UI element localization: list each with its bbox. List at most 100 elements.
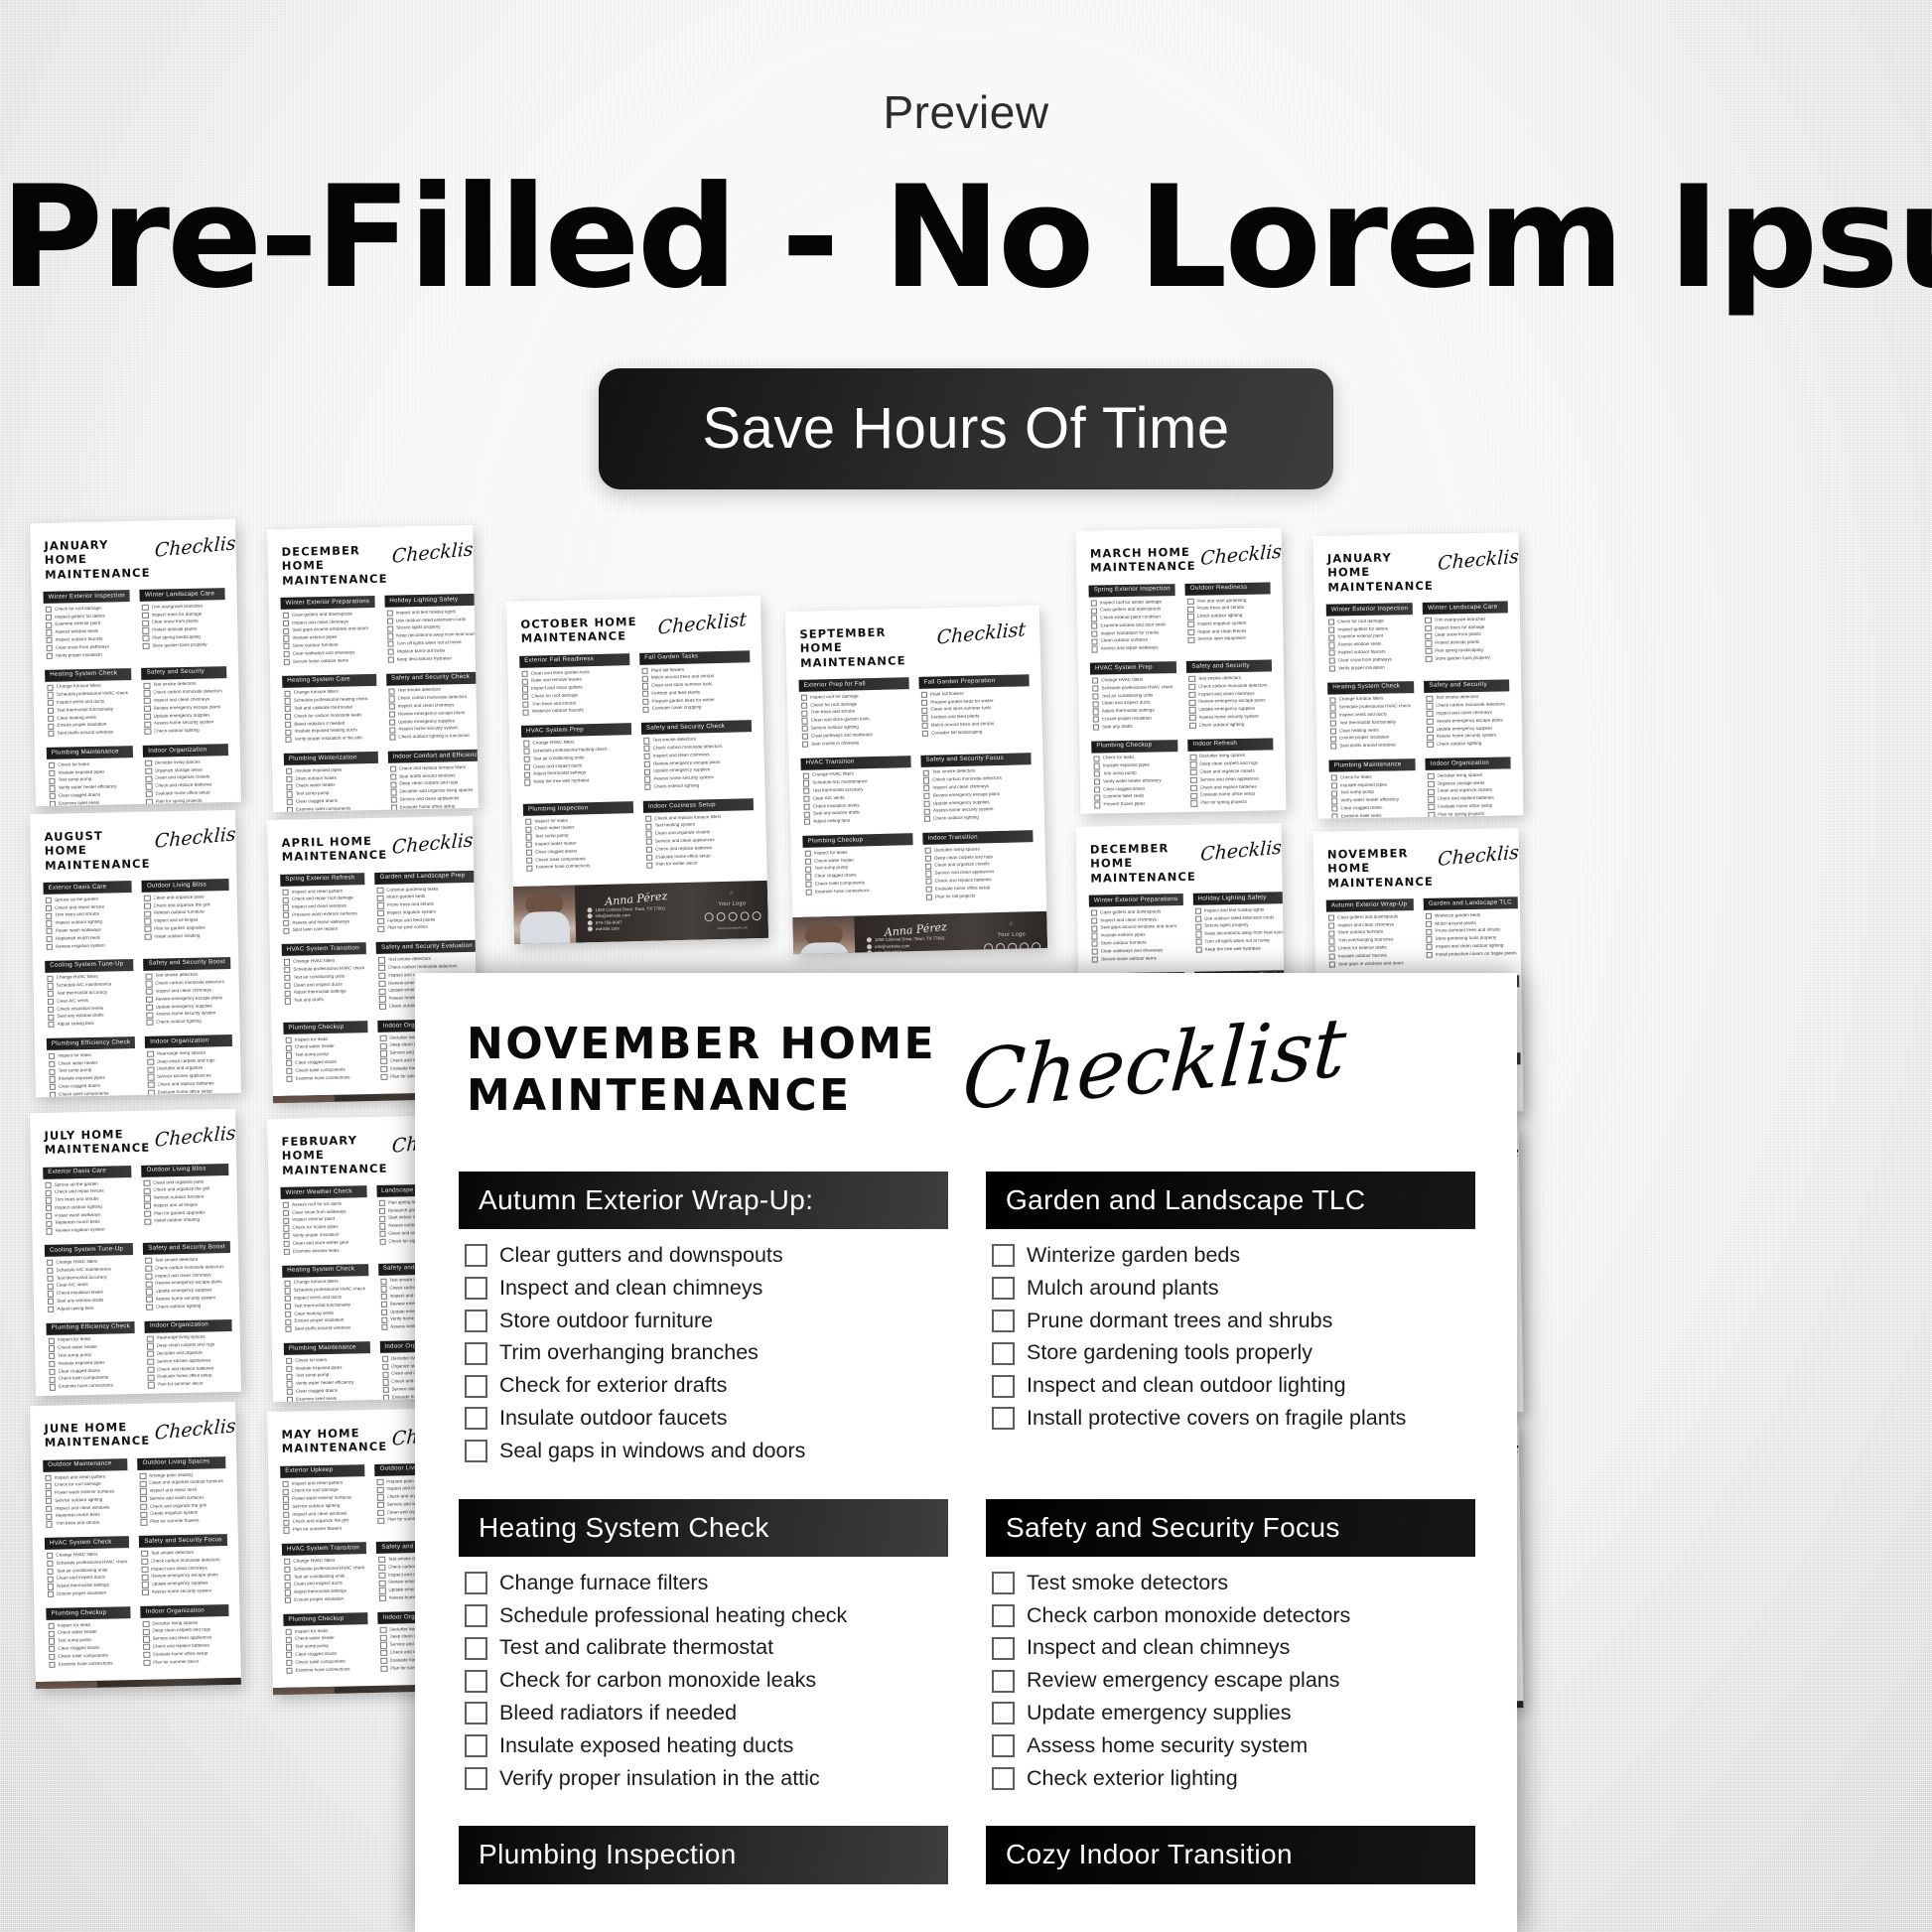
checkbox-icon[interactable] xyxy=(47,990,55,998)
checkbox-icon[interactable] xyxy=(143,1643,150,1651)
checklist-item[interactable]: Trim trees and shrubs xyxy=(46,911,131,919)
checkbox-icon[interactable] xyxy=(522,693,529,701)
checklist-item[interactable]: Test air conditioning units xyxy=(1092,692,1174,700)
checklist-item[interactable]: Seal any drafts xyxy=(1092,723,1175,731)
checkbox-icon[interactable] xyxy=(284,690,291,697)
checkbox-icon[interactable] xyxy=(49,1076,56,1083)
checkbox-icon[interactable] xyxy=(525,841,533,849)
checkbox-icon[interactable] xyxy=(144,895,151,902)
checkbox-icon[interactable] xyxy=(465,1572,487,1595)
checkbox-icon[interactable] xyxy=(643,745,650,753)
checkbox-icon[interactable] xyxy=(282,1209,290,1216)
checkbox-icon[interactable] xyxy=(376,887,384,894)
instagram-icon[interactable] xyxy=(704,912,714,922)
checkbox-icon[interactable] xyxy=(525,834,532,841)
checkbox-icon[interactable] xyxy=(380,1323,388,1331)
checkbox-icon[interactable] xyxy=(389,734,396,742)
checklist-item[interactable]: Examine hose connections xyxy=(286,1666,366,1674)
checkbox-icon[interactable] xyxy=(380,1057,387,1065)
checklist-item[interactable]: Inspect vents and ducts xyxy=(284,1294,367,1303)
checklist-item[interactable]: Check outdoor lighting xyxy=(923,813,1031,823)
checklist-item[interactable]: Plan spring landscaping xyxy=(142,633,224,642)
checkbox-icon[interactable] xyxy=(379,1035,387,1041)
checkbox-icon[interactable] xyxy=(1091,645,1098,653)
checkbox-icon[interactable] xyxy=(139,1472,147,1479)
checkbox-icon[interactable] xyxy=(1092,685,1099,692)
checkbox-icon[interactable] xyxy=(284,1582,291,1588)
checkbox-icon[interactable] xyxy=(389,773,397,780)
checkbox-icon[interactable] xyxy=(378,1572,386,1579)
checklist-item[interactable]: Clear snow from plants xyxy=(142,619,223,626)
checklist-item[interactable]: Inspect vents and ducts xyxy=(47,698,130,707)
checklist-item[interactable]: Organize storage areas xyxy=(1428,779,1509,787)
checklist-item[interactable]: Assess home security system xyxy=(1427,733,1508,741)
checkbox-icon[interactable] xyxy=(1330,774,1338,781)
checklist-item[interactable]: Repair and clean fences xyxy=(1187,627,1270,635)
checkbox-icon[interactable] xyxy=(147,1058,154,1065)
checkbox-icon[interactable] xyxy=(284,1295,292,1303)
checkbox-icon[interactable] xyxy=(377,1486,384,1493)
checklist-item[interactable]: Check for roof damage xyxy=(45,605,128,614)
checkbox-icon[interactable] xyxy=(802,772,810,779)
checkbox-icon[interactable] xyxy=(284,966,291,974)
checklist-item[interactable]: Declutter living spaces xyxy=(142,1619,227,1627)
checklist-item[interactable]: Check water heater xyxy=(286,782,376,790)
checkbox-icon[interactable] xyxy=(46,629,53,636)
checkbox-icon[interactable] xyxy=(390,781,397,788)
checklist-item[interactable]: Test smoke detectors xyxy=(141,1549,225,1558)
checklist-item[interactable]: Clear A/C vents xyxy=(47,1282,133,1290)
checklist-item[interactable]: Check insulation levels xyxy=(48,1005,133,1013)
checklist-item[interactable]: Trim overgrown branches xyxy=(142,603,223,612)
checklist-item[interactable]: Deep clean carpets and rugs xyxy=(143,1627,227,1635)
checklist-item[interactable]: Inspect and clean windows xyxy=(46,1504,126,1512)
checklist-item[interactable]: Declutter living spaces xyxy=(1189,753,1272,760)
checklist-item[interactable]: Test smoke detectors xyxy=(1188,675,1270,683)
checklist-item[interactable]: Schedule professional HVAC check xyxy=(47,690,130,699)
checkbox-icon[interactable] xyxy=(380,1316,388,1323)
checklist-item[interactable]: Inspect and oil hinges xyxy=(144,1201,227,1210)
checklist-item[interactable]: Check outdoor lighting xyxy=(1189,721,1271,729)
checklist-item[interactable]: Check for leaks xyxy=(49,760,131,769)
checkbox-icon[interactable] xyxy=(387,656,394,663)
checklist-item[interactable]: Verify proper insulation xyxy=(46,651,129,659)
checkbox-icon[interactable] xyxy=(146,1019,154,1027)
checkbox-icon[interactable] xyxy=(145,981,153,988)
checkbox-icon[interactable] xyxy=(47,707,55,714)
checklist-item[interactable]: Schedule professional HVAC check xyxy=(47,1559,128,1568)
checklist-item[interactable]: Power wash walkways xyxy=(46,926,131,935)
checkbox-icon[interactable] xyxy=(642,706,649,713)
checkbox-icon[interactable] xyxy=(1189,761,1197,768)
checklist-item[interactable]: Clean and organize closets xyxy=(145,774,227,782)
checkbox-icon[interactable] xyxy=(142,634,150,642)
checklist-item[interactable]: Test air conditioning units xyxy=(284,1573,364,1581)
checklist-item[interactable]: Examine toilet seals xyxy=(1094,793,1176,801)
checkbox-icon[interactable] xyxy=(45,1204,53,1212)
checklist-item[interactable]: Inspect and clean chimneys xyxy=(992,1635,1471,1661)
checklist-item[interactable]: Clear clogged drains xyxy=(1094,785,1176,793)
checkbox-icon[interactable] xyxy=(146,1288,153,1296)
checklist-item[interactable]: Assess home security system xyxy=(146,1295,229,1304)
checkbox-icon[interactable] xyxy=(143,1651,150,1659)
checkbox-icon[interactable] xyxy=(1426,920,1433,927)
checkbox-icon[interactable] xyxy=(1187,614,1194,621)
checklist-item[interactable]: Schedule professional HVAC check xyxy=(1329,703,1413,712)
checkbox-icon[interactable] xyxy=(921,730,929,738)
checkbox-icon[interactable] xyxy=(49,1052,56,1060)
checkbox-icon[interactable] xyxy=(1328,626,1335,633)
checklist-item[interactable]: Check and repair fences xyxy=(45,1188,131,1196)
checkbox-icon[interactable] xyxy=(283,627,290,634)
checkbox-icon[interactable] xyxy=(48,1022,55,1029)
checklist-item[interactable]: Seal drafts around windows xyxy=(48,729,130,738)
checkbox-icon[interactable] xyxy=(1426,928,1433,935)
checklist-item[interactable]: Check for frozen pipes xyxy=(283,1224,365,1232)
checklist-item[interactable]: Examine hose connections xyxy=(286,1074,366,1082)
checkbox-icon[interactable] xyxy=(47,1298,55,1306)
checkbox-icon[interactable] xyxy=(145,973,153,980)
checkbox-icon[interactable] xyxy=(144,902,151,909)
checklist-item[interactable]: Insulate exposed pipes xyxy=(49,1359,134,1368)
checkbox-icon[interactable] xyxy=(465,1244,487,1268)
checkbox-icon[interactable] xyxy=(144,933,152,941)
checklist-item[interactable]: Adjust thermostat settings xyxy=(47,1583,128,1590)
checklist-item[interactable]: Inspect outdoor faucets xyxy=(46,635,128,644)
checkbox-icon[interactable] xyxy=(1426,936,1433,943)
